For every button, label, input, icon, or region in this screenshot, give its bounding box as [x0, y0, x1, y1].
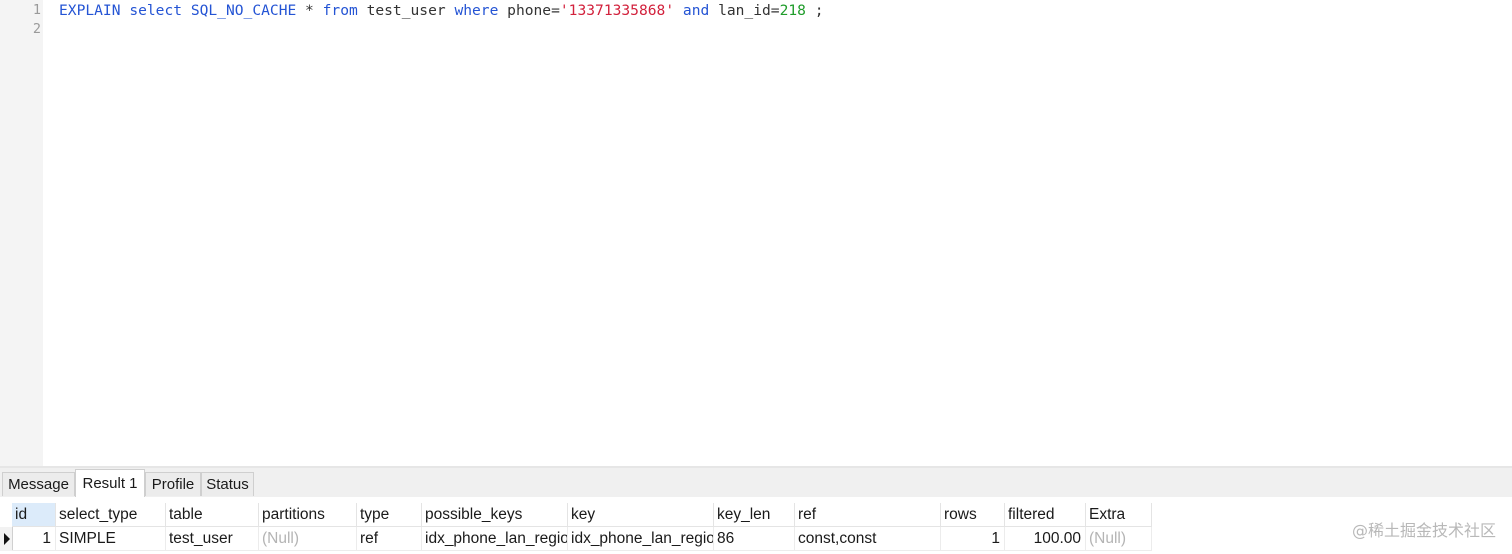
sql-token: * [296, 2, 323, 19]
tab-profile[interactable]: Profile [145, 472, 201, 496]
cell-rows[interactable]: 1 [941, 527, 1005, 551]
sql-token: SQL_NO_CACHE [190, 2, 297, 19]
query-line-1[interactable]: EXPLAIN select SQL_NO_CACHE * from test_… [59, 1, 824, 20]
sql-token: test_user [357, 2, 455, 19]
cell-possible-keys[interactable]: idx_phone_lan_region [422, 527, 568, 551]
sql-editor[interactable]: 1 2 EXPLAIN select SQL_NO_CACHE * from t… [0, 0, 1512, 466]
column-header-table[interactable]: table [166, 503, 259, 527]
column-header-id[interactable]: id [12, 503, 56, 527]
line-number-2: 2 [32, 21, 41, 37]
cell-extra[interactable]: (Null) [1086, 527, 1152, 551]
column-header-rows[interactable]: rows [941, 503, 1005, 527]
cell-partitions[interactable]: (Null) [259, 527, 357, 551]
sql-token: EXPLAIN [59, 2, 121, 19]
column-header-possible-keys[interactable]: possible_keys [422, 503, 568, 527]
column-header-key-len[interactable]: key_len [714, 503, 795, 527]
line-number-gutter: 1 2 [0, 0, 43, 466]
cell-filtered[interactable]: 100.00 [1005, 527, 1086, 551]
tab-result-1[interactable]: Result 1 [75, 469, 145, 497]
tab-message[interactable]: Message [2, 472, 75, 496]
result-grid[interactable]: id select_type table partitions type pos… [0, 497, 1512, 554]
sql-token: from [322, 2, 358, 19]
cell-key[interactable]: idx_phone_lan_region [568, 527, 714, 551]
tab-status[interactable]: Status [201, 472, 254, 496]
column-header-partitions[interactable]: partitions [259, 503, 357, 527]
column-header-ref[interactable]: ref [795, 503, 941, 527]
sql-token: lan_id= [709, 2, 780, 19]
cell-table[interactable]: test_user [166, 527, 259, 551]
result-tabbar: Message Result 1 Profile Status [0, 468, 1512, 498]
sql-token: where [454, 2, 499, 19]
sql-token: and [682, 2, 710, 19]
watermark: @稀土掘金技术社区 [1351, 521, 1496, 540]
cell-key-len[interactable]: 86 [714, 527, 795, 551]
cell-id[interactable]: 1 [12, 527, 56, 551]
column-header-filtered[interactable]: filtered [1005, 503, 1086, 527]
cell-select-type[interactable]: SIMPLE [56, 527, 166, 551]
column-header-type[interactable]: type [357, 503, 422, 527]
sql-token: '13371335868' [559, 2, 675, 19]
cell-type[interactable]: ref [357, 527, 422, 551]
sql-token: 218 [779, 2, 806, 19]
column-header-key[interactable]: key [568, 503, 714, 527]
line-number-1: 1 [32, 2, 41, 18]
sql-token: phone= [498, 2, 560, 19]
cell-ref[interactable]: const,const [795, 527, 941, 551]
sql-token: ; [805, 2, 824, 19]
column-header-extra[interactable]: Extra [1086, 503, 1152, 527]
column-header-select-type[interactable]: select_type [56, 503, 166, 527]
sql-token: select [129, 2, 183, 19]
